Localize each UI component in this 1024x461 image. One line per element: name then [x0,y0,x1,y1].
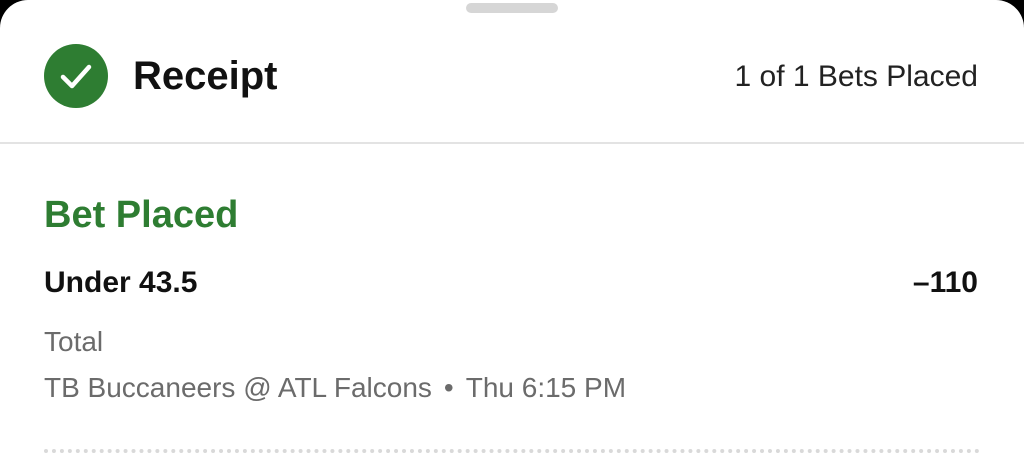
bets-placed-count: 1 of 1 Bets Placed [734,60,979,93]
bet-selection: Under 43.5 [44,266,198,299]
receipt-sheet: Receipt 1 of 1 Bets Placed Bet Placed Un… [0,0,1024,461]
bet-odds: –110 [912,266,978,299]
checkmark-icon [60,64,92,89]
event-info: TB Buccaneers @ ATL Falcons • Thu 6:15 PM [44,370,626,406]
separator-dot: • [443,372,454,403]
receipt-title: Receipt [133,54,278,98]
bet-status: Bet Placed [44,194,239,236]
checkmark-circle-icon [44,44,108,108]
bet-market-type: Total [44,326,104,357]
event-matchup: TB Buccaneers @ ATL Falcons [44,372,432,403]
receipt-header: Receipt 1 of 1 Bets Placed [0,0,1024,144]
event-start-time: Thu 6:15 PM [465,372,627,403]
dotted-divider [44,449,980,453]
